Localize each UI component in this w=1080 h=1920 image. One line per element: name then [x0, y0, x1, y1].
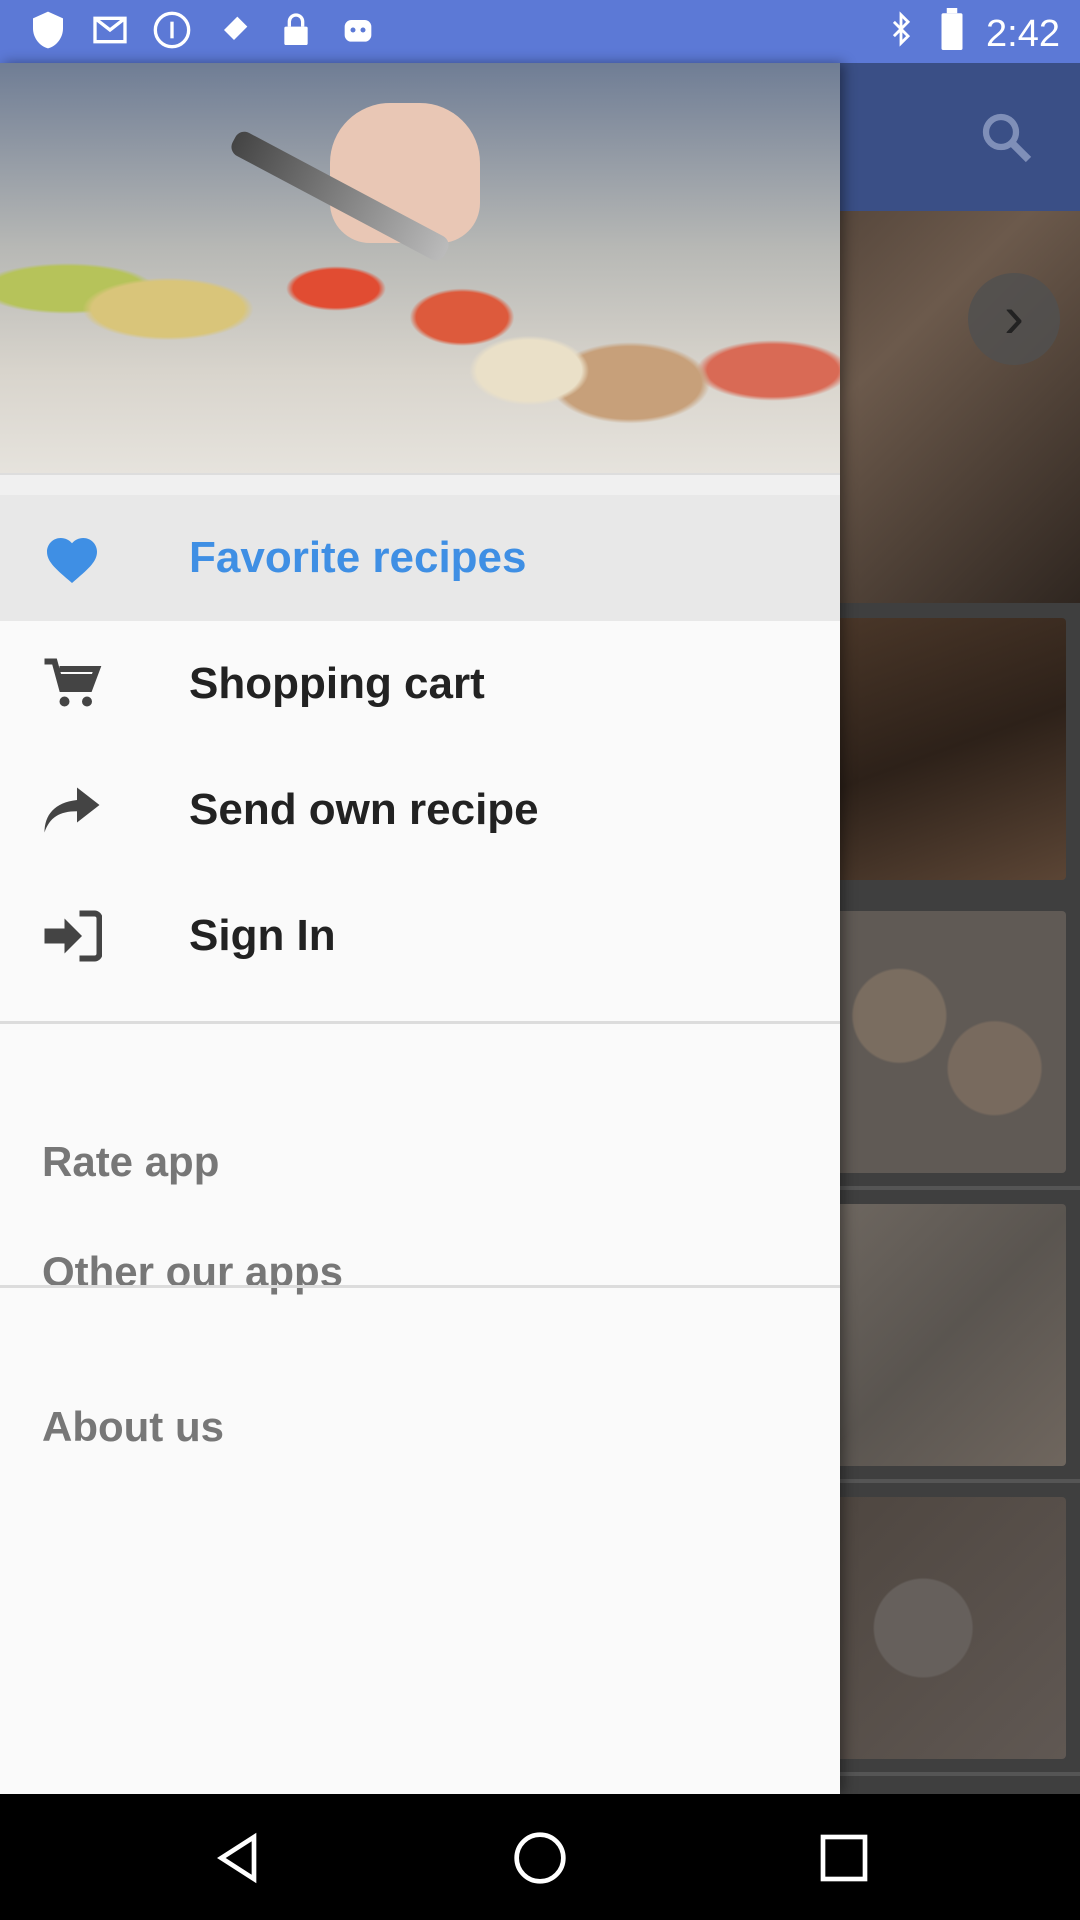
menu-divider: [0, 1021, 840, 1024]
divider: [840, 1186, 1080, 1190]
recipe-thumbnail[interactable]: [828, 618, 1066, 880]
battery-icon: [940, 8, 964, 60]
sign-in-icon: [42, 908, 103, 964]
back-icon[interactable]: [212, 1830, 268, 1886]
chevron-right-icon[interactable]: ›: [968, 273, 1060, 365]
android-icon: [338, 10, 378, 50]
clock: 2:42: [986, 12, 1060, 55]
mail-icon: [90, 10, 130, 50]
shield-icon: [28, 10, 68, 50]
other-apps-link[interactable]: Other our apps: [42, 1248, 343, 1296]
recipe-thumbnail[interactable]: [828, 1497, 1066, 1759]
recipe-thumbnail[interactable]: [828, 911, 1066, 1173]
drawer-menu: Favorite recipes Shopping cart Send own …: [0, 495, 840, 999]
menu-item-label: Sign In: [189, 911, 336, 960]
info-icon: [152, 10, 192, 50]
fake-gps-icon: [214, 10, 254, 50]
menu-item-sign-in[interactable]: Sign In: [0, 873, 840, 999]
menu-item-shopping-cart[interactable]: Shopping cart: [0, 621, 840, 747]
menu-item-send-own-recipe[interactable]: Send own recipe: [0, 747, 840, 873]
bluetooth-icon: [884, 9, 918, 59]
menu-item-label: Favorite recipes: [189, 533, 527, 582]
drawer-header-image: [0, 63, 840, 473]
menu-item-label: Send own recipe: [189, 785, 539, 834]
menu-item-favorite-recipes[interactable]: Favorite recipes: [0, 495, 840, 621]
divider: [840, 1479, 1080, 1483]
rate-app-link[interactable]: Rate app: [42, 1138, 219, 1186]
navigation-drawer: Favorite recipes Shopping cart Send own …: [0, 63, 840, 1794]
about-us-link[interactable]: About us: [42, 1403, 224, 1451]
menu-item-label: Shopping cart: [189, 659, 485, 708]
system-navigation-bar: [0, 1794, 1080, 1920]
search-icon[interactable]: [976, 107, 1036, 167]
header-divider: [0, 473, 840, 495]
status-bar: 2:42: [0, 0, 1080, 63]
menu-divider: [0, 1285, 840, 1288]
home-icon[interactable]: [512, 1830, 568, 1886]
recents-icon[interactable]: [816, 1830, 872, 1886]
heart-icon: [42, 530, 102, 586]
recipe-thumbnail[interactable]: [828, 1204, 1066, 1466]
cart-icon: [42, 656, 102, 712]
lock-icon: [276, 10, 316, 50]
divider: [840, 1772, 1080, 1776]
share-icon: [42, 782, 102, 838]
